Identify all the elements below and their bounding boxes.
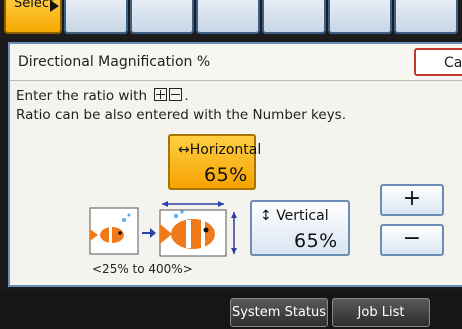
instruction-line-1: Enter the ratio with . <box>16 88 189 104</box>
system-status-label: System Status <box>231 305 327 320</box>
vertical-arrow-icon: ↕ <box>260 208 272 224</box>
top-tab-2[interactable] <box>64 0 128 34</box>
vertical-button[interactable]: ↕ Vertical 65% <box>250 200 350 256</box>
horizontal-label-row: ↔Horizontal <box>178 142 261 158</box>
vertical-label-row: ↕ Vertical <box>260 208 329 224</box>
instruction-line-2: Ratio can be also entered with the Numbe… <box>16 107 347 123</box>
top-tab-4[interactable] <box>196 0 260 34</box>
instruction-text-1: Enter the ratio with <box>16 88 148 104</box>
plus-minus-keys-icon <box>154 88 183 101</box>
magnification-panel: Directional Magnification % Cancel Enter… <box>8 42 462 287</box>
cancel-button-label: Cancel <box>444 55 462 71</box>
vertical-value: 65% <box>294 230 338 252</box>
vertical-label: Vertical <box>276 208 329 224</box>
horizontal-arrow-icon: ↔ <box>178 142 190 158</box>
plus-button-label: + <box>402 186 422 211</box>
minus-button[interactable]: − <box>380 224 444 256</box>
arrow-right-icon <box>142 228 156 238</box>
horizontal-label: Horizontal <box>189 142 262 158</box>
magnification-illustration <box>89 201 237 257</box>
page-title: Directional Magnification % <box>18 54 211 70</box>
range-text: <25% to 400%> <box>92 262 193 276</box>
minus-button-label: − <box>402 226 422 251</box>
plus-button[interactable]: + <box>380 184 444 216</box>
select-tab-label: Select <box>14 0 55 11</box>
job-list-button[interactable]: Job List <box>332 298 430 327</box>
system-status-button[interactable]: System Status <box>230 298 328 327</box>
cancel-button[interactable]: Cancel <box>414 48 462 76</box>
top-tab-5[interactable] <box>262 0 326 34</box>
top-tab-7[interactable] <box>394 0 458 34</box>
original-paper-icon <box>89 207 139 255</box>
top-tab-6[interactable] <box>328 0 392 34</box>
top-tab-3[interactable] <box>130 0 194 34</box>
play-arrow-icon <box>50 0 59 12</box>
title-bar: Directional Magnification % Cancel <box>10 44 462 81</box>
magnified-paper-icon <box>159 201 237 257</box>
select-tab[interactable]: Select <box>4 0 62 34</box>
horizontal-button[interactable]: ↔Horizontal 65% <box>168 134 261 190</box>
horizontal-value: 65% <box>204 164 248 186</box>
job-list-label: Job List <box>357 305 405 320</box>
